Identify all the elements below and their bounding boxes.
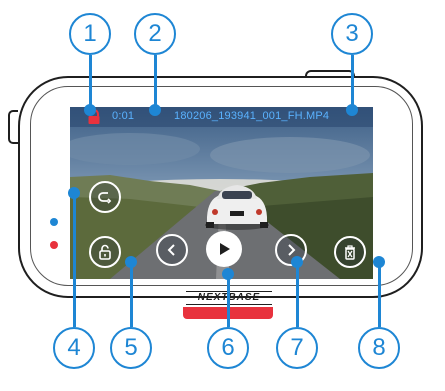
play-icon <box>220 243 230 255</box>
callout-dot-4 <box>68 187 80 199</box>
callout-7: 7 <box>276 327 318 369</box>
callout-8: 8 <box>358 327 400 369</box>
callout-dot-6 <box>222 268 234 280</box>
back-button[interactable] <box>89 181 121 213</box>
callout-dot-7 <box>291 256 303 268</box>
trash-icon <box>345 245 355 260</box>
play-button[interactable] <box>206 231 242 267</box>
timecode-label: 0:01 <box>112 110 135 122</box>
device-side-button <box>8 110 18 144</box>
red-led <box>50 241 58 249</box>
callout-5: 5 <box>110 327 152 369</box>
callout-dot-8 <box>373 256 385 268</box>
callout-line-3 <box>351 55 354 110</box>
callout-1: 1 <box>69 13 111 55</box>
callout-line-7 <box>296 262 299 327</box>
delete-file-button[interactable] <box>334 236 366 268</box>
callout-line-5 <box>130 262 133 327</box>
previous-file-button[interactable] <box>156 234 188 266</box>
callout-line-2 <box>154 55 157 110</box>
unlock-icon <box>99 244 111 260</box>
callout-2: 2 <box>134 13 176 55</box>
callout-dot-5 <box>125 256 137 268</box>
callout-dot-3 <box>346 104 358 116</box>
protect-file-button[interactable] <box>89 236 121 268</box>
blue-led <box>50 218 58 226</box>
callout-line-8 <box>378 262 381 327</box>
filename-label: 180206_193941_001_FH.MP4 <box>174 110 330 122</box>
callout-line-6 <box>227 274 230 327</box>
callout-dot-1 <box>84 104 96 116</box>
callout-line-4 <box>73 193 76 327</box>
callout-3: 3 <box>331 13 373 55</box>
callout-dot-2 <box>149 104 161 116</box>
callout-6: 6 <box>207 327 249 369</box>
chevron-left-icon <box>167 244 175 256</box>
back-arrow-icon <box>98 192 112 204</box>
callout-4: 4 <box>53 327 95 369</box>
callout-line-1 <box>89 55 92 110</box>
playback-screen: 0:01 180206_193941_001_FH.MP4 <box>70 107 373 279</box>
